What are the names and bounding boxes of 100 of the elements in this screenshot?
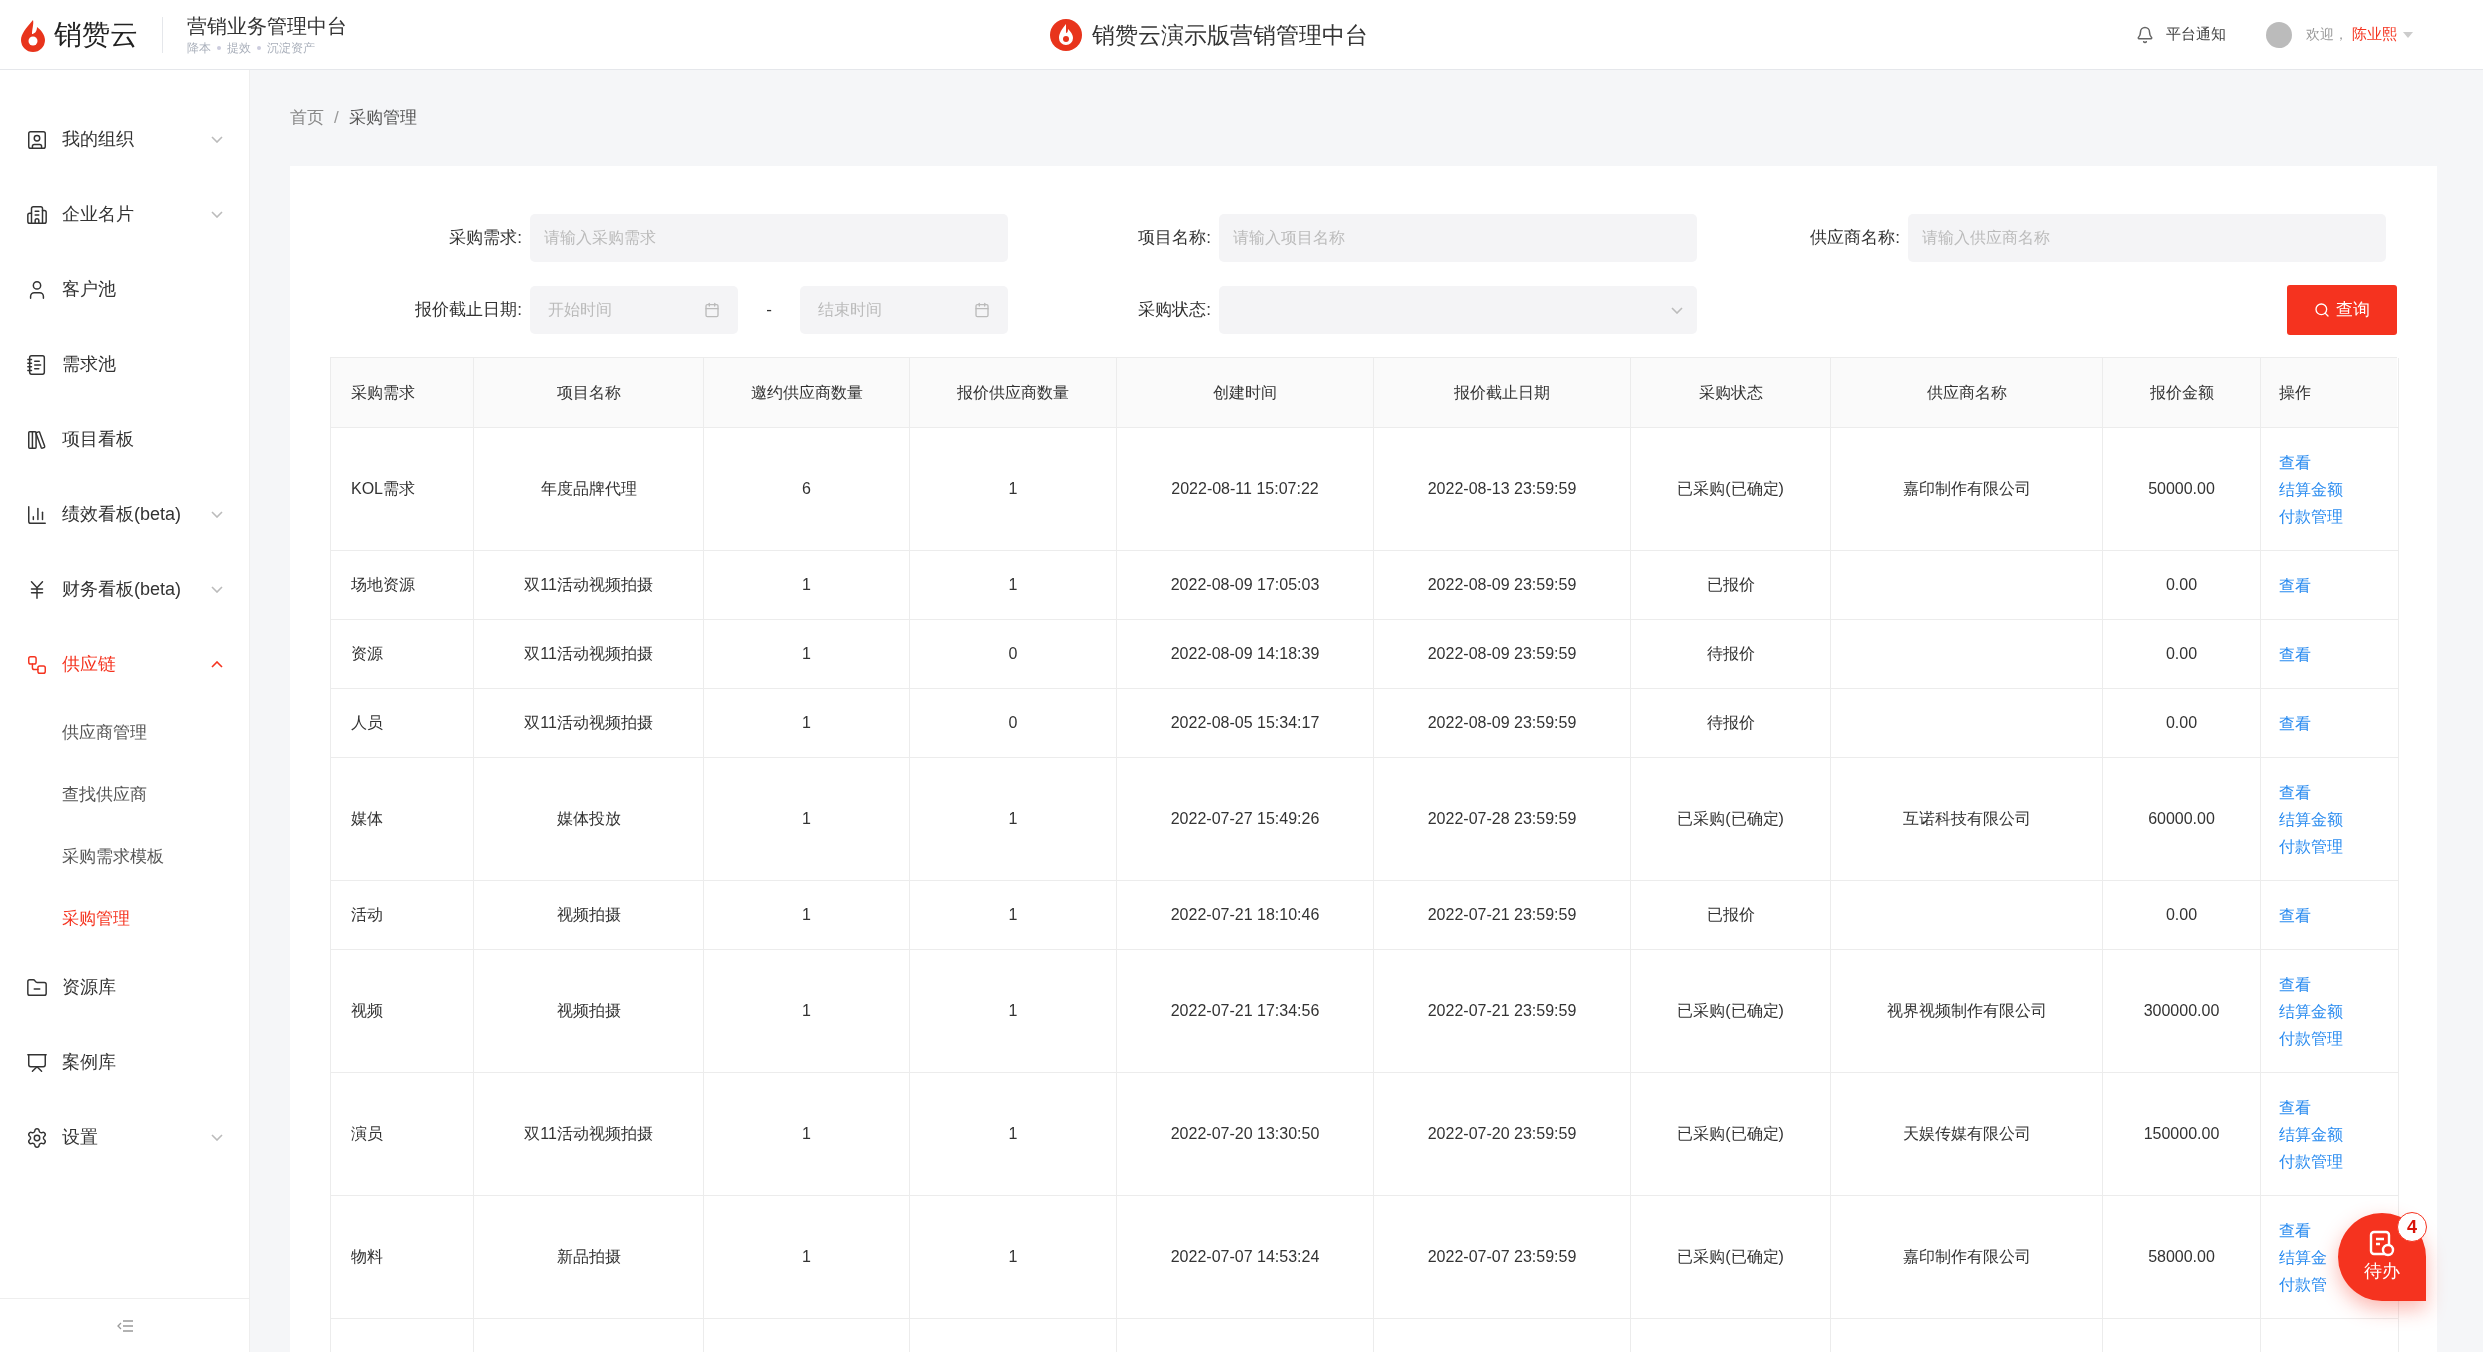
breadcrumb-separator: / xyxy=(334,107,339,130)
calendar-icon xyxy=(704,302,720,318)
table-cell: 1 xyxy=(910,881,1117,950)
sidebar-subitem[interactable]: 查找供应商 xyxy=(0,764,249,826)
sidebar-item[interactable]: 我的组织 xyxy=(0,102,249,177)
table-cell: 待报价 xyxy=(1631,689,1831,758)
table-cell: KOL需求 xyxy=(331,428,474,551)
field-label: 供应商名称: xyxy=(1809,227,1901,250)
building-icon xyxy=(26,203,48,226)
table-cell: 视界视频制作有限公司 xyxy=(1831,950,2103,1073)
column-header: 操作 xyxy=(2261,358,2399,428)
table-cell: 2022-07-21 18:10:46 xyxy=(1117,881,1374,950)
action-link[interactable]: 查看 xyxy=(2279,640,2311,668)
action-link[interactable]: 查看 xyxy=(2279,709,2311,737)
table-cell: 已报价 xyxy=(1631,551,1831,620)
action-link[interactable]: 查看 xyxy=(2279,778,2311,806)
action-link[interactable]: 查看 xyxy=(2279,970,2311,998)
notification-button[interactable]: 平台通知 xyxy=(2136,23,2226,46)
sidebar-item[interactable]: 供应链 xyxy=(0,627,249,702)
column-header: 采购状态 xyxy=(1631,358,1831,428)
chevron-down-icon xyxy=(1671,306,1683,314)
sidebar-item[interactable]: 绩效看板(beta) xyxy=(0,477,249,552)
table-cell: 2022-08-05 15:34:17 xyxy=(1117,689,1374,758)
action-link[interactable]: 查看 xyxy=(2279,1093,2311,1121)
sidebar-item[interactable]: 客户池 xyxy=(0,252,249,327)
table-cell: 年度品牌代理 xyxy=(474,428,704,551)
action-link[interactable]: 查看 xyxy=(2279,901,2311,929)
action-link[interactable]: 付款管理 xyxy=(2279,1147,2343,1175)
sidebar-item[interactable]: 项目看板 xyxy=(0,402,249,477)
table-cell: 2022-08-13 23:59:59 xyxy=(1374,428,1631,551)
table-cell: 1 xyxy=(910,551,1117,620)
table-cell: 已采购(已确定) xyxy=(1631,758,1831,881)
table-cell: 双11活动视频拍摄 xyxy=(474,689,704,758)
sidebar-item[interactable]: 设置 xyxy=(0,1100,249,1175)
column-header: 报价供应商数量 xyxy=(910,358,1117,428)
network-icon xyxy=(26,653,48,676)
sidebar-item[interactable]: 案例库 xyxy=(0,1025,249,1100)
table-cell: 嘉印制作有限公司 xyxy=(1831,1196,2103,1319)
breadcrumb-item: 采购管理 xyxy=(348,107,417,130)
text-field[interactable]: 请输入采购需求 xyxy=(530,214,1008,262)
table-cell: 60000.00 xyxy=(2103,758,2261,881)
column-header: 报价金额 xyxy=(2103,358,2261,428)
table-cell: 1 xyxy=(704,1073,910,1196)
sidebar-item[interactable]: 资源库 xyxy=(0,950,249,1025)
table-cell: 视频拍摄 xyxy=(474,950,704,1073)
table-cell: 视频 xyxy=(331,950,474,1073)
table-cell: 1 xyxy=(704,551,910,620)
table-cell: 已报价 xyxy=(1631,881,1831,950)
table-cell: 2022-08-09 14:18:39 xyxy=(1117,620,1374,689)
table-cell: 双11活动视频拍摄 xyxy=(474,620,704,689)
sidebar-subitem[interactable]: 采购需求模板 xyxy=(0,826,249,888)
user-menu[interactable]: 陈业熙 xyxy=(2352,23,2413,46)
table-cell: 1 xyxy=(704,758,910,881)
action-link[interactable]: 查看 xyxy=(2279,448,2311,476)
action-link[interactable]: 结算金额 xyxy=(2279,1120,2343,1148)
action-link[interactable]: 付款管 xyxy=(2279,1270,2327,1298)
books-icon xyxy=(26,428,48,451)
action-link[interactable]: 结算金额 xyxy=(2279,997,2343,1025)
table-cell: 1 xyxy=(910,758,1117,881)
action-link[interactable]: 付款管理 xyxy=(2279,832,2343,860)
column-header: 供应商名称 xyxy=(1831,358,2103,428)
table-cell: 2022-07-07 23:59:59 xyxy=(1374,1196,1631,1319)
action-link[interactable]: 查看 xyxy=(2279,571,2311,599)
sidebar-item[interactable]: 需求池 xyxy=(0,327,249,402)
collapse-icon[interactable] xyxy=(116,1319,133,1332)
table-cell: 1 xyxy=(704,1196,910,1319)
table-cell: 双11活动视频拍摄 xyxy=(474,1073,704,1196)
sidebar-item[interactable]: 企业名片 xyxy=(0,177,249,252)
breadcrumb-item[interactable]: 首页 xyxy=(290,105,324,131)
table-cell: 1 xyxy=(704,950,910,1073)
table-cell: 媒体投放 xyxy=(474,758,704,881)
table-cell: 视频拍摄 xyxy=(474,881,704,950)
action-link[interactable]: 查看 xyxy=(2279,1216,2311,1244)
sidebar-subitem[interactable]: 采购管理 xyxy=(0,888,249,950)
calendar-icon xyxy=(974,302,990,318)
clipboard-icon xyxy=(2368,1229,2396,1258)
table-cell: 1 xyxy=(910,428,1117,551)
field-label: 项目名称: xyxy=(1137,227,1212,250)
text-field[interactable]: 请输入供应商名称 xyxy=(1908,214,2386,262)
bell-icon xyxy=(2136,25,2154,44)
table-cell: 嘉印制作有限公司 xyxy=(1831,428,2103,551)
sidebar-item[interactable]: 财务看板(beta) xyxy=(0,552,249,627)
table-cell: 0.00 xyxy=(2103,551,2261,620)
table-cell: 2022-07-21 23:59:59 xyxy=(1374,950,1631,1073)
tagline-text: 沉淀资产 xyxy=(267,39,315,57)
avatar[interactable] xyxy=(2266,21,2292,48)
search-button[interactable]: 查询 xyxy=(2287,285,2397,335)
table-cell: 2022-07-20 13:30:50 xyxy=(1117,1073,1374,1196)
center-title: 销赞云演示版营销管理中台 xyxy=(1092,20,1368,50)
action-link[interactable]: 结算金 xyxy=(2279,1243,2327,1271)
table-cell: 天娱传媒有限公司 xyxy=(1831,1073,2103,1196)
action-link[interactable]: 付款管理 xyxy=(2279,1024,2343,1052)
sidebar-subitem[interactable]: 供应商管理 xyxy=(0,702,249,764)
table-cell: 新品拍摄 xyxy=(474,1196,704,1319)
table-cell: 2022-07-28 23:59:59 xyxy=(1374,758,1631,881)
action-link[interactable]: 付款管理 xyxy=(2279,502,2343,530)
select-field[interactable] xyxy=(1219,286,1697,334)
table-cell: 已采购(已确定) xyxy=(1631,950,1831,1073)
action-link[interactable]: 结算金额 xyxy=(2279,805,2343,833)
action-link[interactable]: 结算金额 xyxy=(2279,475,2343,503)
